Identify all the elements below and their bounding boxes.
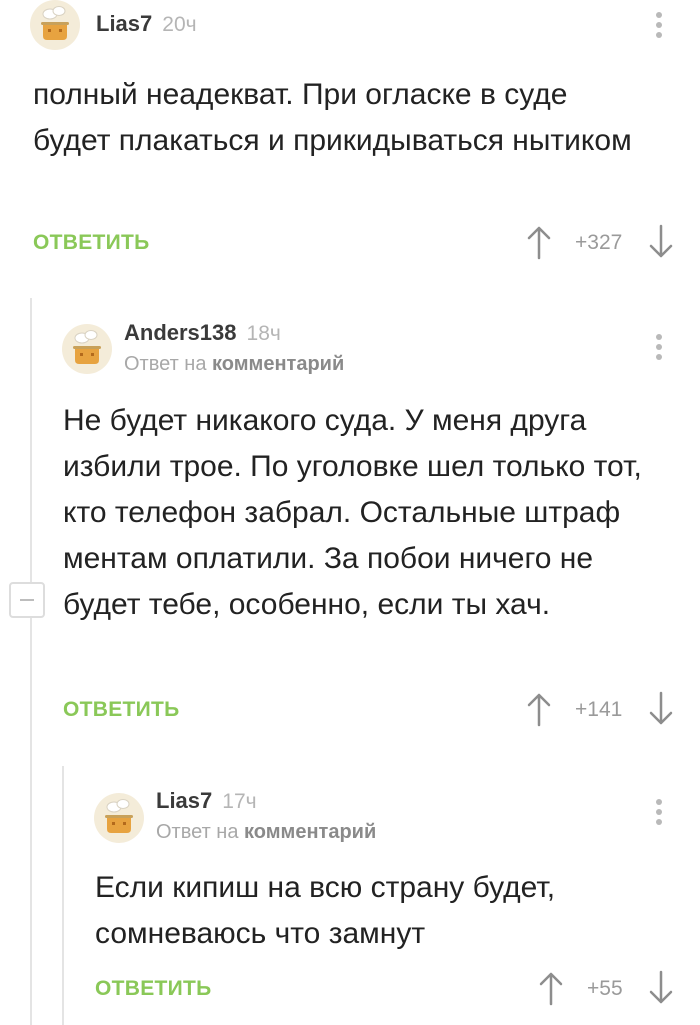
reply-button[interactable]: ОТВЕТИТЬ xyxy=(63,698,180,722)
more-options-button[interactable] xyxy=(649,332,669,366)
comment-text: полный неадекват. При огласке в суде буд… xyxy=(33,78,632,157)
reply-to-link[interactable]: Ответ на комментарий xyxy=(124,353,344,376)
reply-button[interactable]: ОТВЕТИТЬ xyxy=(95,977,212,1001)
more-options-button[interactable] xyxy=(649,797,669,831)
vertical-dots-icon xyxy=(649,799,669,825)
comment-text: Если кипиш на всю страну будет, сомневаю… xyxy=(95,871,556,950)
arrow-up-icon[interactable] xyxy=(525,222,553,262)
reply-to-comment-link[interactable]: комментарий xyxy=(212,353,344,375)
vote-control: +55 xyxy=(537,968,675,1008)
arrow-down-icon[interactable] xyxy=(647,968,675,1008)
reply-button[interactable]: ОТВЕТИТЬ xyxy=(33,231,150,255)
comment-author[interactable]: Anders138 18ч xyxy=(124,320,281,346)
collapse-thread-button[interactable] xyxy=(9,582,45,618)
vote-score: +141 xyxy=(575,698,623,721)
comment-time: 18ч xyxy=(246,322,281,345)
vote-control: +327 xyxy=(525,222,675,262)
vertical-dots-icon xyxy=(649,334,669,360)
minus-icon xyxy=(20,599,34,601)
reply-to-prefix: Ответ на xyxy=(124,353,207,375)
reply-to-prefix: Ответ на xyxy=(156,821,239,843)
vote-score: +327 xyxy=(575,231,623,254)
arrow-up-icon[interactable] xyxy=(525,689,553,729)
author-name[interactable]: Anders138 xyxy=(124,320,237,345)
cooking-pot-avatar-icon[interactable] xyxy=(94,793,144,843)
more-options-button[interactable] xyxy=(649,10,669,44)
comment-text: Не будет никакого суда. У меня друга изб… xyxy=(63,404,642,621)
vertical-dots-icon xyxy=(649,12,669,38)
arrow-down-icon[interactable] xyxy=(647,222,675,262)
reply-to-comment-link[interactable]: комментарий xyxy=(244,821,376,843)
author-name[interactable]: Lias7 xyxy=(96,11,152,36)
thread-line-level-2 xyxy=(62,766,64,1025)
arrow-up-icon[interactable] xyxy=(537,968,565,1008)
reply-to-link[interactable]: Ответ на комментарий xyxy=(156,821,376,844)
comment-author[interactable]: Lias7 17ч xyxy=(156,788,257,814)
cooking-pot-avatar-icon[interactable] xyxy=(62,324,112,374)
vote-control: +141 xyxy=(525,689,675,729)
comment-time: 20ч xyxy=(162,13,197,36)
thread-line-level-1 xyxy=(30,298,32,1025)
arrow-down-icon[interactable] xyxy=(647,689,675,729)
comment-time: 17ч xyxy=(222,790,257,813)
cooking-pot-avatar-icon[interactable] xyxy=(30,0,80,50)
vote-score: +55 xyxy=(587,977,623,1000)
author-name[interactable]: Lias7 xyxy=(156,788,212,813)
comment-author[interactable]: Lias7 20ч xyxy=(96,11,197,37)
